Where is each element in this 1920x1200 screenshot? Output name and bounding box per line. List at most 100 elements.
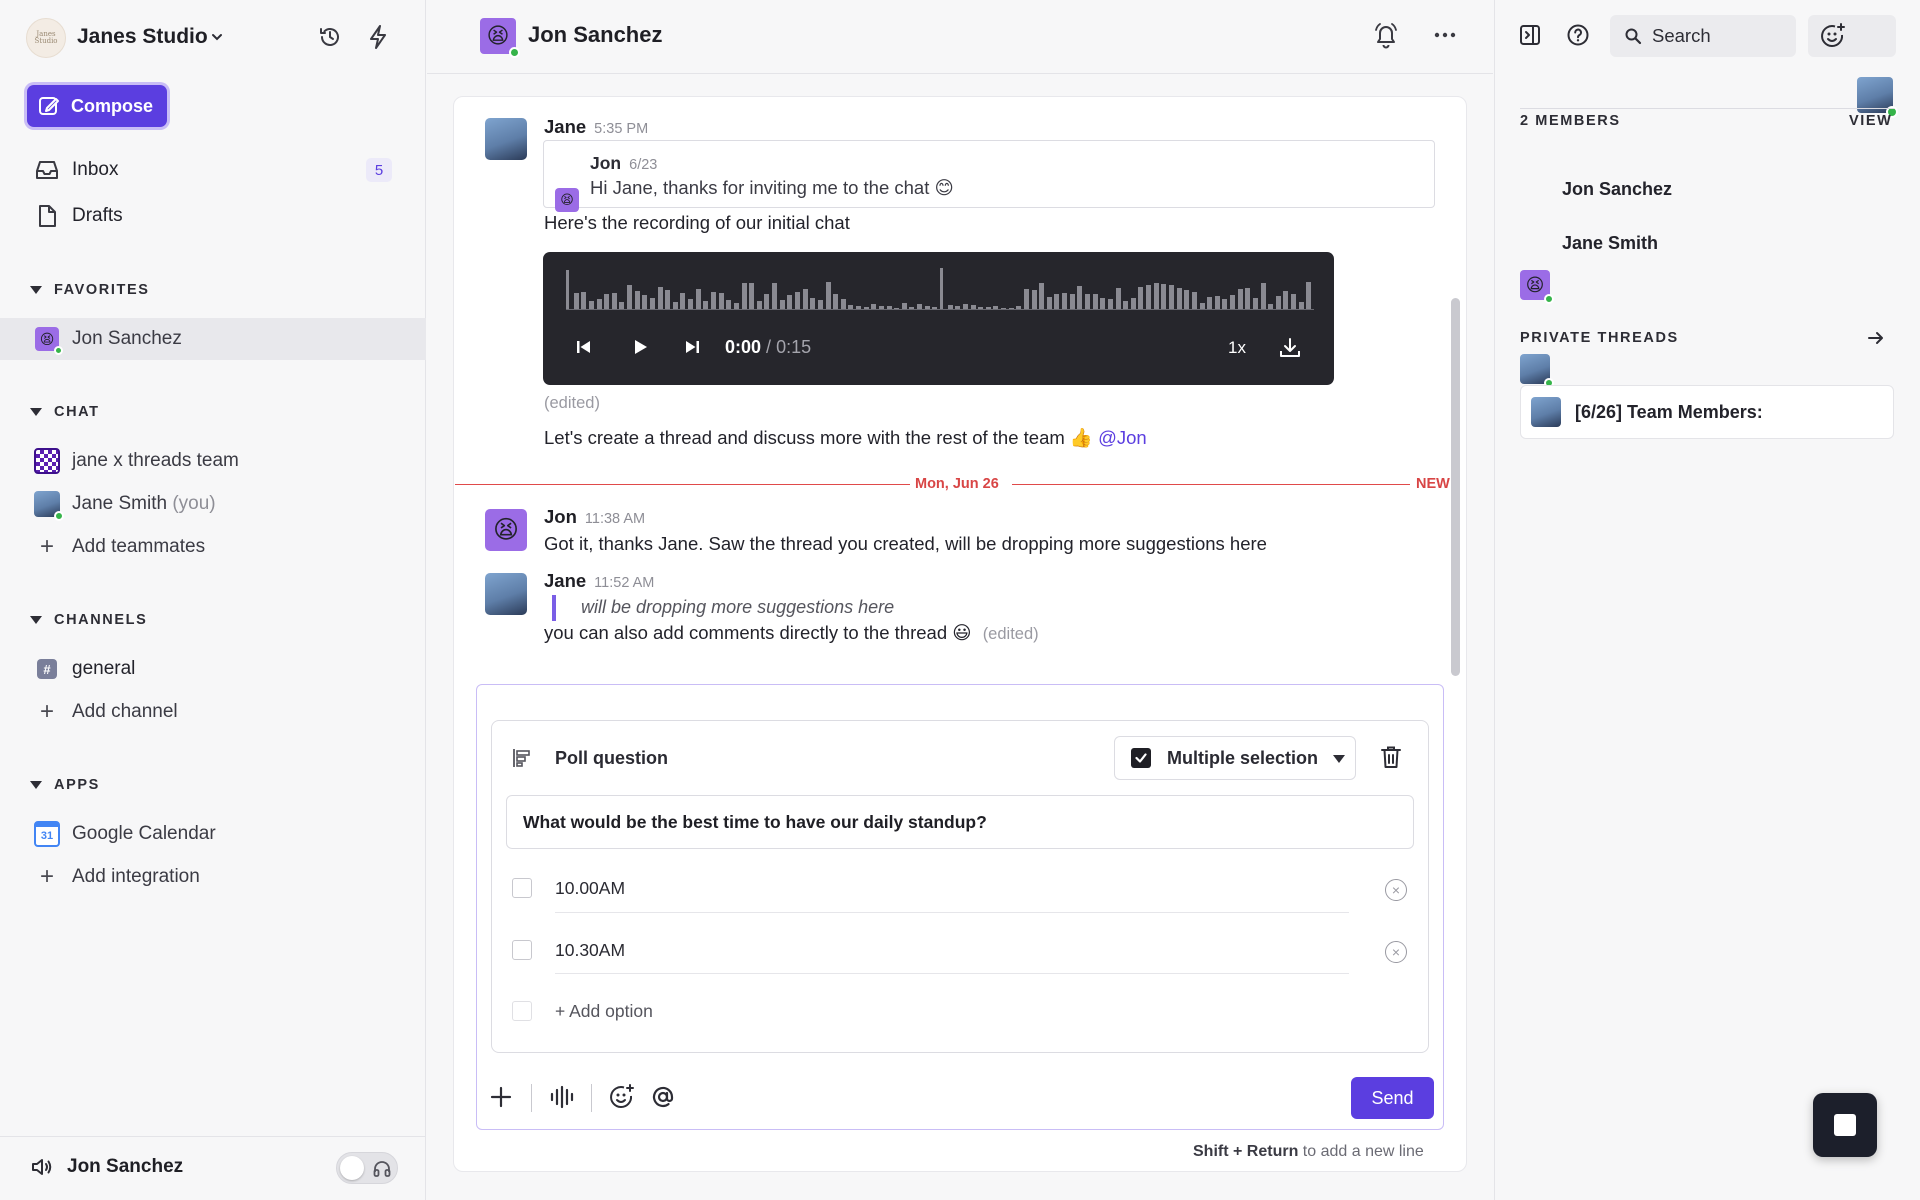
option-checkbox[interactable]: [512, 878, 532, 898]
selection-mode-dropdown[interactable]: Multiple selection: [1114, 736, 1356, 780]
sidebar-item-general[interactable]: # general: [0, 648, 426, 690]
add-teammates-button[interactable]: + Add teammates: [0, 526, 426, 568]
sidebar-item-drafts[interactable]: Drafts: [0, 195, 426, 237]
waveform-bar: [718, 293, 724, 310]
remove-option-icon[interactable]: ×: [1385, 879, 1407, 901]
hash-icon: #: [37, 659, 57, 679]
poll-option-input[interactable]: 10.00AM: [555, 878, 625, 899]
waveform-bar: [711, 291, 717, 310]
add-integration-button[interactable]: + Add integration: [0, 856, 426, 898]
message-meta: Jane 11:52 AM: [544, 570, 654, 593]
new-messages-label: NEW: [1416, 476, 1450, 492]
message-author[interactable]: Jane: [544, 116, 586, 137]
you-suffix: (you): [172, 493, 216, 514]
waveform-bar: [1115, 287, 1121, 310]
avatar: [1531, 397, 1561, 427]
send-button[interactable]: Send: [1351, 1077, 1434, 1119]
plus-icon[interactable]: [489, 1085, 513, 1115]
speaker-icon[interactable]: [30, 1155, 54, 1185]
message-text: Got it, thanks Jane. Saw the thread you …: [544, 533, 1267, 554]
chevron-down-icon[interactable]: [210, 30, 224, 44]
audio-waveform[interactable]: [566, 266, 1314, 310]
compose-button[interactable]: Compose: [27, 85, 167, 127]
search-input[interactable]: Search: [1610, 15, 1796, 57]
private-thread-item[interactable]: [6/26] Team Members:: [1520, 385, 1894, 439]
sidebar-item-google-calendar[interactable]: 31 Google Calendar: [0, 813, 426, 855]
add-channel-button[interactable]: + Add channel: [0, 691, 426, 733]
option-checkbox[interactable]: [512, 940, 532, 960]
sidebar-item-jon-sanchez[interactable]: 😫 Jon Sanchez: [0, 318, 426, 360]
bell-icon[interactable]: [1373, 22, 1399, 56]
sidebar-item-inbox[interactable]: Inbox 5: [0, 149, 426, 191]
arrow-right-icon[interactable]: [1866, 328, 1886, 354]
emoji-add-icon[interactable]: [609, 1084, 635, 1116]
online-indicator: [54, 511, 64, 521]
help-icon[interactable]: [1566, 23, 1590, 53]
avatar[interactable]: [1520, 354, 1554, 388]
stop-icon: [1834, 1114, 1856, 1136]
mention-icon[interactable]: [651, 1085, 675, 1115]
download-icon[interactable]: [1278, 336, 1302, 366]
member-name[interactable]: Jane Smith: [1562, 233, 1658, 254]
reply-quote-text[interactable]: will be dropping more suggestions here: [581, 597, 894, 618]
waveform-bar: [1069, 294, 1075, 310]
avatar: 😫: [555, 188, 579, 212]
waveform-bar: [566, 270, 569, 310]
poll-option-input[interactable]: 10.30AM: [555, 940, 625, 961]
channels-section-toggle[interactable]: CHANNELS: [30, 612, 147, 628]
message-author[interactable]: Jane: [544, 570, 586, 591]
user-mention-link[interactable]: @Jon: [1098, 427, 1147, 448]
waveform-bar: [1184, 289, 1190, 310]
workspace-name[interactable]: Janes Studio: [77, 25, 208, 49]
header-avatar[interactable]: 😫: [480, 18, 520, 58]
play-icon[interactable]: [630, 337, 650, 363]
trash-icon[interactable]: [1380, 745, 1402, 775]
search-label: Search: [1652, 25, 1711, 46]
thread-title: [6/26] Team Members:: [1575, 401, 1763, 422]
edited-label: (edited): [982, 625, 1039, 643]
waveform-bar: [642, 294, 648, 310]
sidebar-item-jane-x-threads-team[interactable]: jane x threads team: [0, 440, 426, 482]
poll-question-input[interactable]: What would be the best time to have our …: [506, 795, 1414, 849]
more-options-icon[interactable]: [1432, 22, 1458, 54]
avatar[interactable]: 😫: [485, 509, 527, 551]
waveform-bar: [1085, 294, 1091, 310]
emoji-add-icon[interactable]: [1820, 23, 1846, 55]
chat-section-toggle[interactable]: CHAT: [30, 404, 100, 420]
channels-heading: CHANNELS: [54, 612, 148, 628]
huddle-toggle[interactable]: [336, 1152, 398, 1184]
details-panel: [1494, 0, 1920, 1200]
workspace-logo[interactable]: Janes Studio: [26, 18, 66, 58]
skip-forward-icon[interactable]: [683, 338, 701, 362]
apps-section-toggle[interactable]: APPS: [30, 777, 100, 793]
lightning-icon[interactable]: [363, 22, 393, 52]
waveform-bar: [1062, 293, 1068, 310]
skip-back-icon[interactable]: [575, 338, 593, 362]
sidebar-item-jane-smith[interactable]: Jane Smith (you): [0, 483, 426, 525]
history-icon[interactable]: [315, 22, 345, 52]
sidebar-toggle-icon[interactable]: [1518, 23, 1542, 53]
sidebar-item-label: Drafts: [72, 205, 123, 226]
message-author[interactable]: Jon: [544, 506, 577, 527]
record-stop-button[interactable]: [1813, 1093, 1877, 1157]
avatar[interactable]: [485, 118, 527, 160]
conversation-title[interactable]: Jon Sanchez: [528, 22, 662, 48]
audio-time-separator: /: [766, 337, 772, 357]
toggle-knob: [340, 1156, 364, 1180]
playback-speed-button[interactable]: 1x: [1228, 338, 1246, 358]
add-option-button[interactable]: + Add option: [555, 1001, 653, 1022]
favorites-section-toggle[interactable]: FAVORITES: [30, 282, 150, 298]
waveform-baseline: [566, 309, 1314, 310]
compose-label: Compose: [71, 95, 154, 116]
remove-option-icon[interactable]: ×: [1385, 941, 1407, 963]
message-list-scrollbar[interactable]: [1451, 298, 1460, 676]
member-name[interactable]: Jon Sanchez: [1562, 179, 1672, 200]
compose-icon: [39, 97, 59, 115]
quote-meta: Jon 6/23: [590, 153, 657, 175]
avatar[interactable]: [485, 573, 527, 615]
audio-wave-icon[interactable]: [549, 1085, 575, 1115]
avatar[interactable]: 😫: [1520, 270, 1554, 304]
waveform-bar: [802, 289, 808, 310]
view-members-link[interactable]: VIEW: [1849, 113, 1892, 129]
add-channel-label: Add channel: [72, 701, 178, 722]
